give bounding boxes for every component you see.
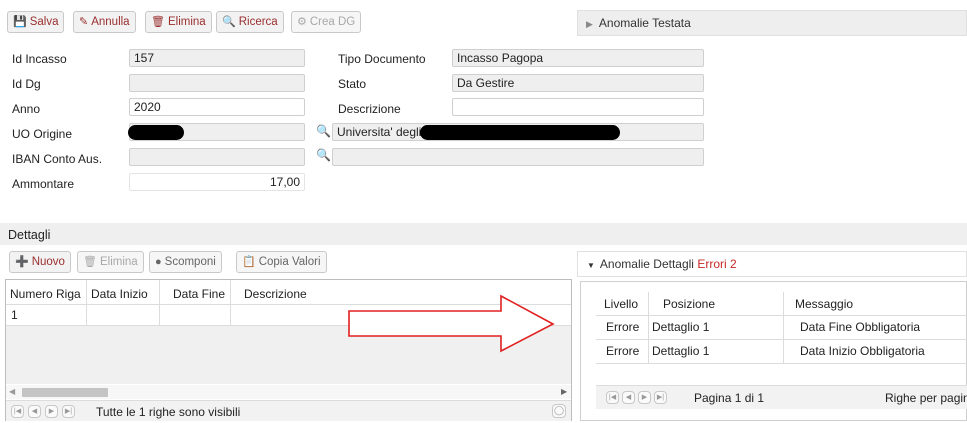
anomaly-row-posizione[interactable]: Dettaglio 1	[652, 344, 709, 358]
copy-icon: 📋	[242, 255, 256, 268]
column-header-descrizione[interactable]: Descrizione	[244, 287, 307, 301]
anomalies-table: Livello Posizione Messaggio Errore Detta…	[580, 281, 967, 421]
next-page-icon[interactable]: ▶	[638, 391, 651, 404]
scroll-left-icon[interactable]: ◀	[9, 387, 15, 396]
delete-button[interactable]: 🗑 Elimina	[145, 11, 212, 33]
next-page-icon[interactable]: ▶	[45, 405, 58, 418]
anomaly-row-posizione[interactable]: Dettaglio 1	[652, 320, 709, 334]
anomaly-row-livello[interactable]: Errore	[606, 320, 639, 334]
anomaly-row-messaggio[interactable]: Data Fine Obbligatoria	[800, 320, 920, 334]
prev-page-icon[interactable]: ◀	[28, 405, 41, 418]
gear-icon: ⚙	[297, 15, 307, 28]
last-page-icon[interactable]: ▶|	[62, 405, 75, 418]
anomalies-footer: |◀ ◀ ▶ ▶| Pagina 1 di 1 Righe per pagina	[596, 385, 967, 409]
descrizione-label: Descrizione	[338, 102, 401, 116]
annotation-arrow	[348, 294, 555, 353]
descrizione-field[interactable]	[452, 98, 704, 116]
eraser-icon: ✎	[79, 15, 89, 28]
errors-label: Errori	[697, 257, 727, 271]
save-button[interactable]: 💾 Salva	[7, 11, 65, 33]
redaction-mark	[128, 125, 184, 140]
page-indicator: Pagina 1 di 1	[694, 391, 765, 405]
first-page-icon[interactable]: |◀	[11, 405, 24, 418]
errors-count-badge: 2	[730, 257, 737, 271]
first-page-icon[interactable]: |◀	[606, 391, 619, 404]
column-header-data-fine[interactable]: Data Fine	[173, 287, 225, 301]
table-row[interactable]: 1	[11, 308, 18, 322]
filter-icon[interactable]: ◯	[552, 404, 566, 418]
stato-label: Stato	[338, 77, 367, 91]
detail-anomalies-panel-header[interactable]: ▼ Anomalie Dettagli Errori 2	[577, 251, 967, 277]
tipo-documento-label: Tipo Documento	[338, 52, 426, 66]
search-button[interactable]: 🔍 Ricerca	[216, 11, 284, 33]
create-dg-button[interactable]: ⚙ Crea DG	[291, 11, 362, 33]
search-icon: 🔍	[222, 15, 236, 28]
cancel-button[interactable]: ✎ Annulla	[73, 11, 136, 33]
rows-per-page-label: Righe per pagina	[885, 391, 967, 405]
id-dg-label: Id Dg	[12, 77, 41, 91]
plus-circle-icon: ➕	[15, 255, 29, 268]
anno-field[interactable]: 2020	[129, 98, 305, 116]
search-icon[interactable]: 🔍	[316, 148, 331, 162]
search-icon[interactable]: 🔍	[316, 124, 331, 138]
new-row-button[interactable]: ➕ Nuovo	[9, 251, 71, 273]
split-icon: ●	[155, 255, 162, 268]
column-header-posizione[interactable]: Posizione	[663, 297, 715, 311]
scroll-right-icon[interactable]: ▶	[561, 387, 567, 396]
id-dg-field[interactable]	[129, 74, 305, 92]
scrollbar-thumb[interactable]	[22, 388, 108, 397]
details-section-bar	[0, 223, 967, 245]
split-button[interactable]: ● Scomponi	[149, 251, 222, 273]
details-footer-text: Tutte le 1 righe sono visibili	[96, 405, 241, 419]
anno-label: Anno	[12, 102, 41, 116]
iban-label: IBAN Conto Aus.	[12, 152, 103, 166]
column-header-livello[interactable]: Livello	[604, 297, 638, 311]
trash-icon: 🗑	[151, 15, 165, 28]
copy-values-button[interactable]: 📋 Copia Valori	[236, 251, 327, 273]
column-header-numero-riga[interactable]: Numero Riga	[10, 287, 81, 301]
stato-field[interactable]: Da Gestire	[452, 74, 704, 92]
ammontare-label: Ammontare	[12, 177, 75, 191]
id-incasso-label: Id Incasso	[12, 52, 67, 66]
details-title: Dettagli	[8, 228, 51, 242]
delete-row-button[interactable]: 🗑 Elimina	[77, 251, 144, 273]
tipo-documento-field[interactable]: Incasso Pagopa	[452, 49, 704, 67]
horizontal-scrollbar[interactable]: ◀ ▶	[6, 385, 571, 399]
uo-origine-label: UO Origine	[12, 127, 73, 141]
save-icon: 💾	[13, 15, 27, 28]
ammontare-field[interactable]: 17,00	[129, 173, 305, 191]
anomaly-row-messaggio[interactable]: Data Inizio Obbligatoria	[800, 344, 925, 358]
id-incasso-field[interactable]: 157	[129, 49, 305, 67]
caret-down-icon: ▼	[587, 261, 595, 270]
last-page-icon[interactable]: ▶|	[654, 391, 667, 404]
iban-description-field[interactable]	[332, 148, 704, 166]
iban-field[interactable]	[129, 148, 305, 166]
column-header-data-inizio[interactable]: Data Inizio	[91, 287, 148, 301]
column-header-messaggio[interactable]: Messaggio	[795, 297, 853, 311]
header-anomalies-panel[interactable]: ▶ Anomalie Testata	[577, 10, 967, 36]
caret-right-icon: ▶	[586, 19, 593, 29]
details-footer: |◀ ◀ ▶ ▶| Tutte le 1 righe sono visibili…	[6, 400, 571, 421]
anomaly-row-livello[interactable]: Errore	[606, 344, 639, 358]
redaction-mark	[420, 125, 620, 140]
trash-icon: 🗑	[83, 255, 97, 268]
prev-page-icon[interactable]: ◀	[622, 391, 635, 404]
